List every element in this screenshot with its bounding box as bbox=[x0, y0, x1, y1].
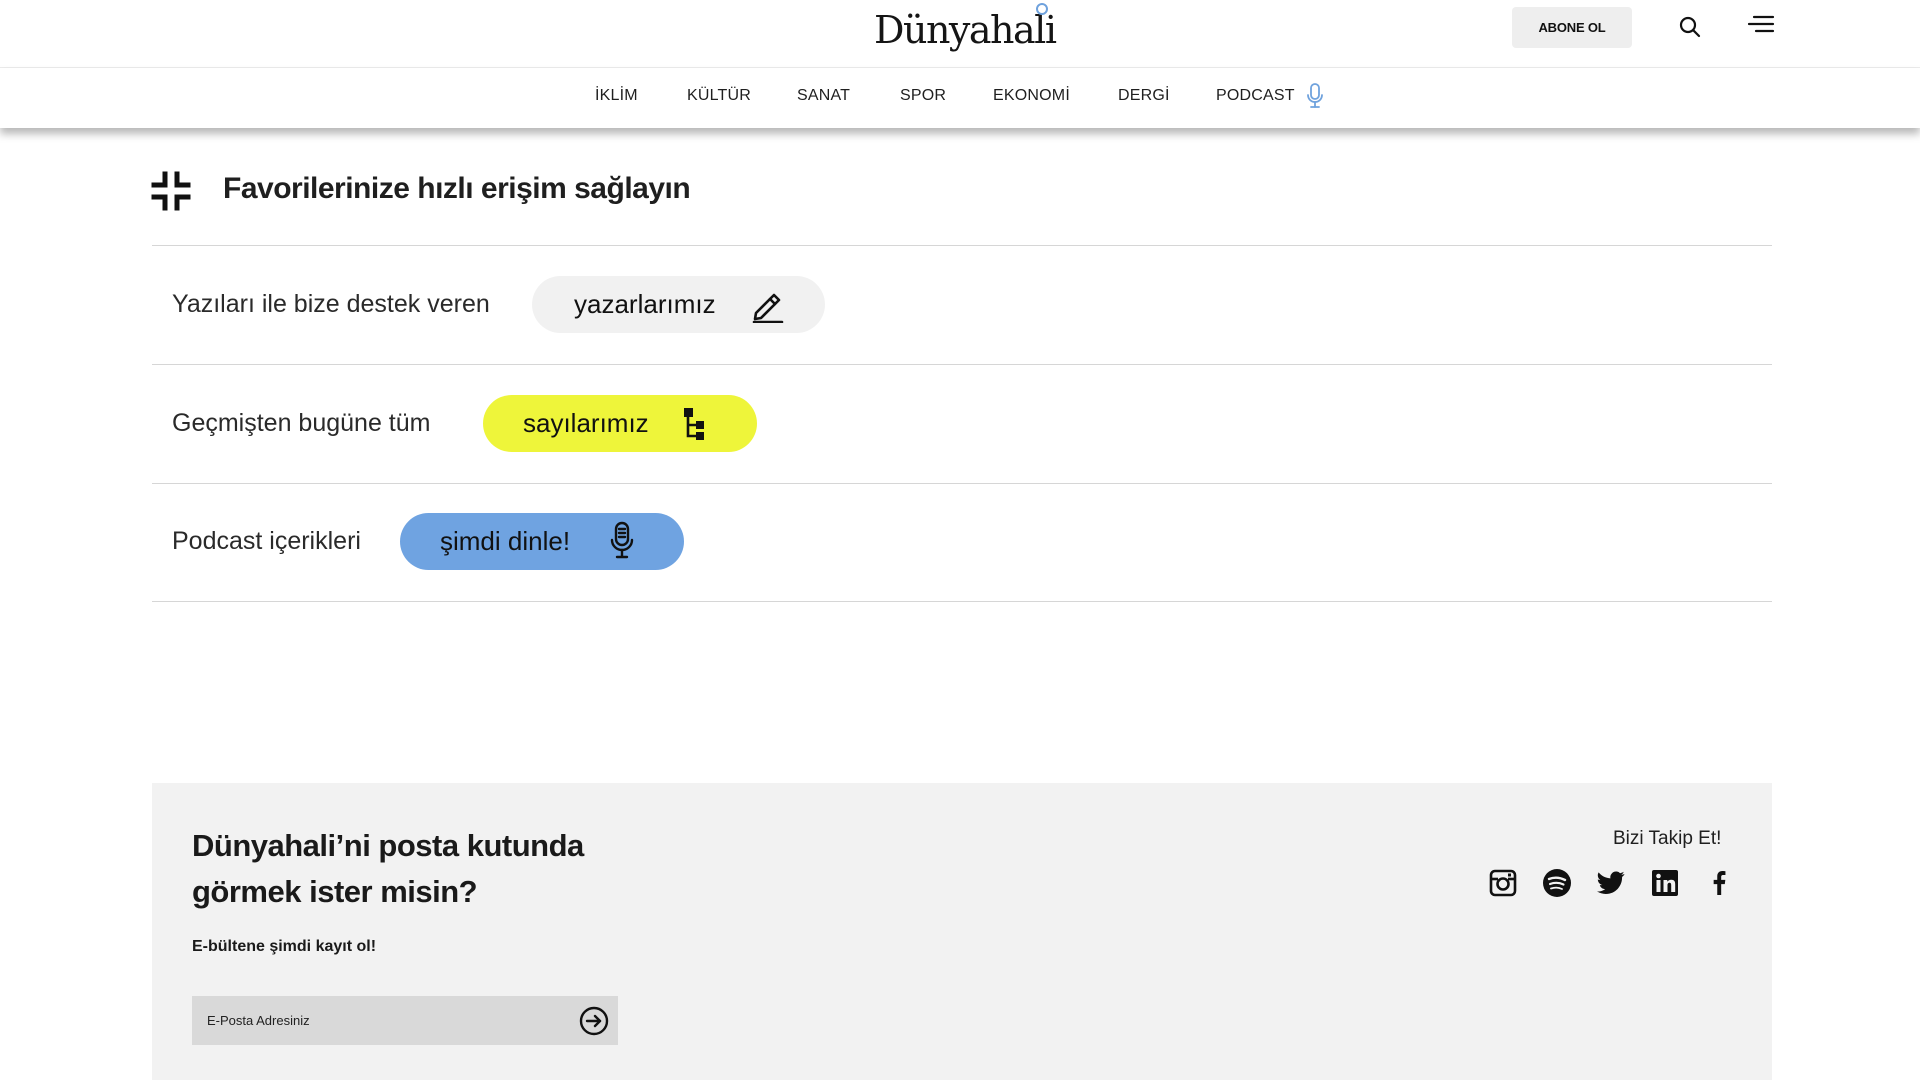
main-navigation: İKLİM KÜLTÜR SANAT SPOR EKONOMİ DERGİ PO… bbox=[0, 68, 1920, 128]
nav-item-podcast[interactable]: PODCAST bbox=[1216, 87, 1295, 105]
writers-pill-button[interactable]: yazarlarımız bbox=[532, 276, 825, 333]
microphone-icon bbox=[609, 521, 635, 568]
newsletter-section: Dünyahali’ni posta kutunda görmek ister … bbox=[152, 783, 1772, 1080]
divider bbox=[152, 364, 1772, 365]
favorites-title: Favorilerinize hızlı erişim sağlayın bbox=[223, 172, 691, 205]
writers-row-label: Yazıları ile bize destek veren bbox=[172, 290, 490, 318]
newsletter-subtitle: E-bültene şimdi kayıt ol! bbox=[192, 938, 377, 955]
nav-item-sanat[interactable]: SANAT bbox=[797, 87, 850, 105]
nav-item-ekonomi[interactable]: EKONOMİ bbox=[993, 87, 1070, 105]
issues-pill-label: sayılarımız bbox=[523, 408, 649, 438]
podcast-pill-label: şimdi dinle! bbox=[440, 526, 571, 556]
logo-dot-icon bbox=[1036, 3, 1048, 15]
email-input[interactable] bbox=[192, 996, 562, 1045]
podcast-listen-button[interactable]: şimdi dinle! bbox=[400, 513, 684, 570]
newsletter-form bbox=[192, 996, 618, 1045]
arrow-right-circle-icon[interactable] bbox=[578, 1005, 610, 1037]
top-header: Dünyahali ABONE OL bbox=[0, 0, 1920, 68]
nav-item-kultur[interactable]: KÜLTÜR bbox=[687, 87, 751, 105]
nav-item-spor[interactable]: SPOR bbox=[900, 87, 946, 105]
follow-us-title: Bizi Takip Et! bbox=[1613, 828, 1722, 849]
search-icon[interactable] bbox=[1675, 12, 1705, 42]
nav-item-dergi[interactable]: DERGİ bbox=[1118, 87, 1170, 105]
hamburger-menu-icon[interactable] bbox=[1746, 9, 1776, 39]
podcast-row-label: Podcast içerikleri bbox=[172, 527, 361, 555]
spotify-icon[interactable] bbox=[1541, 867, 1573, 899]
divider bbox=[152, 483, 1772, 484]
tree-structure-icon bbox=[681, 406, 709, 449]
linkedin-icon[interactable] bbox=[1649, 867, 1681, 899]
pencil-icon bbox=[750, 287, 786, 330]
nav-item-iklim[interactable]: İKLİM bbox=[595, 87, 638, 105]
facebook-icon[interactable] bbox=[1703, 867, 1735, 899]
collapse-icon bbox=[151, 171, 191, 216]
issues-pill-button[interactable]: sayılarımız bbox=[483, 395, 757, 452]
newsletter-title: Dünyahali’ni posta kutunda görmek ister … bbox=[192, 828, 584, 909]
twitter-icon[interactable] bbox=[1595, 867, 1627, 899]
subscribe-button[interactable]: ABONE OL bbox=[1512, 7, 1632, 48]
issues-row-label: Geçmişten bugüne tüm bbox=[172, 409, 431, 437]
microphone-icon[interactable] bbox=[1305, 82, 1325, 115]
divider bbox=[152, 601, 1772, 602]
writers-pill-label: yazarlarımız bbox=[574, 289, 716, 319]
site-logo[interactable]: Dünyahali bbox=[874, 8, 1057, 52]
divider bbox=[152, 245, 1772, 246]
instagram-icon[interactable] bbox=[1487, 867, 1519, 899]
